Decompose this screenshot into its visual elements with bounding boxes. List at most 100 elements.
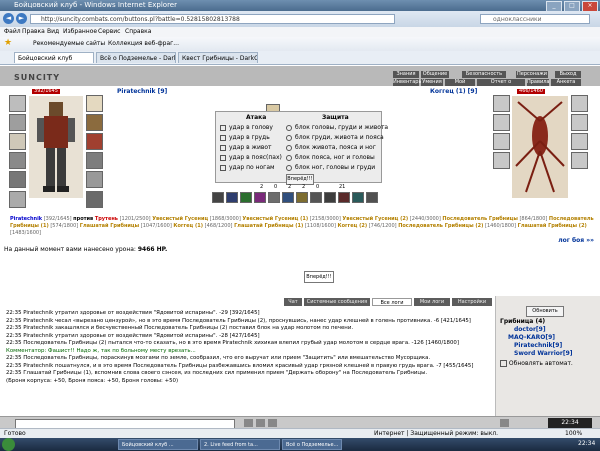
amulet-slot[interactable] — [86, 114, 103, 131]
attack-legs[interactable]: удар по ногам — [220, 164, 275, 171]
enemy-shield-slot[interactable] — [571, 133, 588, 150]
enemy-amulet-slot[interactable] — [571, 114, 588, 131]
earring-slot[interactable] — [86, 133, 103, 150]
tab-dungeon[interactable]: Всё о Подземелье - Dark... — [96, 52, 176, 63]
refresh-button[interactable]: Обновить — [526, 306, 564, 317]
team-me[interactable]: Piratechnik — [10, 216, 42, 222]
tab-all-logs[interactable]: Все логи — [372, 298, 412, 306]
forward-icon[interactable]: ► — [16, 13, 27, 24]
tab-combats[interactable]: Бойцовский клуб — [14, 52, 94, 63]
enemy-name[interactable]: Увесистый Гусениц (1) — [242, 216, 308, 222]
enemy-name[interactable]: Увесистый Гусениц — [152, 216, 208, 222]
menu-rules[interactable]: Правила — [527, 79, 549, 86]
menu-exit[interactable]: Выход — [555, 71, 581, 78]
skill-icon[interactable] — [352, 192, 364, 203]
tab-system-messages[interactable]: Системные сообщения — [304, 298, 370, 306]
enemy-boots-slot[interactable] — [571, 152, 588, 169]
tab-my-logs[interactable]: Мои логи — [414, 298, 450, 306]
attack-chest[interactable]: удар в грудь — [220, 134, 270, 141]
star-icon[interactable]: ★ — [4, 38, 12, 48]
leggings-slot[interactable] — [86, 171, 103, 188]
attack-groin[interactable]: удар в пояс(пах) — [220, 154, 282, 161]
enemy-name[interactable]: Увесистый Гусениц (2) — [342, 216, 408, 222]
taskbar-item[interactable]: Бойцовский клуб ... — [118, 439, 198, 450]
start-icon[interactable] — [2, 438, 15, 451]
skill-icon[interactable] — [268, 192, 280, 203]
shield-slot[interactable] — [86, 152, 103, 169]
right-name[interactable]: Коггец (1) — [430, 88, 466, 95]
address-field[interactable]: http://suncity.combats.com/buttons.pl?ba… — [30, 14, 395, 24]
enemy-name[interactable]: Последователь Грибницы (2) — [398, 223, 483, 229]
menu-file[interactable]: Файл — [4, 28, 21, 35]
belt-slot[interactable] — [9, 171, 26, 188]
enemy-name[interactable]: Коггец (2) — [338, 223, 368, 229]
enemy-name[interactable]: Последователь Грибницы — [442, 216, 517, 222]
skill-icon[interactable] — [240, 192, 252, 203]
skill-icon[interactable] — [212, 192, 224, 203]
player-link[interactable]: doctor[9] — [514, 326, 546, 333]
menu-edit[interactable]: Правка — [22, 28, 45, 35]
fav-recommended[interactable]: Рекомендуемые сайты — [33, 40, 105, 47]
menu-profile[interactable]: Анкета — [551, 79, 581, 86]
fav-collection[interactable]: Коллекция веб-фраг... — [108, 40, 179, 47]
skill-icon[interactable] — [338, 192, 350, 203]
enemy-helmet-slot[interactable] — [493, 95, 510, 112]
right-player-name[interactable]: Коггец (1) [9] — [430, 88, 477, 95]
menu-transfers[interactable]: Отчет о переводах — [477, 79, 525, 92]
defense-option-2[interactable]: блок груди, живота и пояса — [286, 134, 384, 141]
send-icon[interactable] — [244, 419, 253, 427]
enemy-name[interactable]: Глашатай Грибницы (1) — [234, 223, 303, 229]
boots-slot[interactable] — [9, 191, 26, 208]
tab-chat[interactable]: Чат — [284, 298, 302, 306]
skill-icon[interactable] — [366, 192, 378, 203]
skill-icon[interactable] — [296, 192, 308, 203]
defense-option-1[interactable]: блок головы, груди и живота — [286, 124, 388, 131]
menu-scroll[interactable]: Мой Скролл — [445, 79, 475, 92]
left-name[interactable]: Piratechnik — [117, 88, 156, 95]
clear-icon[interactable] — [500, 419, 509, 427]
back-icon[interactable]: ◄ — [3, 13, 14, 24]
tab-settings[interactable]: Настройки — [452, 298, 492, 306]
enemy-gloves-slot[interactable] — [493, 133, 510, 150]
gloves-slot[interactable] — [9, 133, 26, 150]
menu-security[interactable]: Безопасность — [462, 71, 506, 78]
player-link[interactable]: Sword Warrior[9] — [514, 350, 573, 357]
taskbar-item[interactable]: Всё о Подземелье... — [282, 439, 342, 450]
defense-option-5[interactable]: блок ног, головы и груди — [286, 164, 375, 171]
weapon-slot[interactable] — [9, 152, 26, 169]
menu-inventory[interactable]: Инвентарь — [393, 79, 421, 86]
enemy-name[interactable]: Трутень — [95, 216, 118, 222]
menu-favorites[interactable]: Избранное — [63, 28, 97, 35]
menu-tools[interactable]: Сервис — [98, 28, 120, 35]
left-player-name[interactable]: Piratechnik [9] — [117, 88, 167, 95]
menu-help[interactable]: Справка — [125, 28, 151, 35]
auto-refresh-checkbox[interactable]: Обновлять автомат. — [500, 360, 573, 367]
skill-icon[interactable] — [282, 192, 294, 203]
enemy-ring-slot[interactable] — [571, 95, 588, 112]
menu-view[interactable]: Вид — [47, 28, 59, 35]
armor-slot[interactable] — [9, 114, 26, 131]
enemy-armor-slot[interactable] — [493, 114, 510, 131]
menu-characters[interactable]: Персонажи — [516, 71, 548, 78]
search-input[interactable]: одноклассники — [480, 14, 590, 24]
bracers-slot[interactable] — [86, 191, 103, 208]
taskbar-item[interactable]: 2. Live feed from ta... — [200, 439, 280, 450]
skill-icon[interactable] — [310, 192, 322, 203]
menu-communication[interactable]: Общение — [421, 71, 449, 78]
player-link[interactable]: Piratechnik[9] — [514, 342, 562, 349]
attack-head[interactable]: удар в голову — [220, 124, 273, 131]
skill-icon[interactable] — [254, 192, 266, 203]
translit-icon[interactable] — [268, 419, 277, 427]
enemy-name[interactable]: Коггец (1) — [173, 223, 203, 229]
helmet-slot[interactable] — [9, 95, 26, 112]
skill-icon[interactable] — [226, 192, 238, 203]
menu-skills[interactable]: Умения — [421, 79, 443, 86]
defense-option-4[interactable]: блок пояса, ног и головы — [286, 154, 375, 161]
zoom-level[interactable]: 100% — [565, 430, 582, 437]
enemy-name[interactable]: Глашатай Грибницы (2) — [518, 223, 587, 229]
smile-icon[interactable] — [256, 419, 265, 427]
player-link[interactable]: MAQ-KARO[9] — [508, 334, 555, 341]
defense-option-3[interactable]: блок живота, пояса и ног — [286, 144, 376, 151]
battle-log-link[interactable]: лог боя »» — [558, 237, 594, 244]
ring-slot[interactable] — [86, 95, 103, 112]
